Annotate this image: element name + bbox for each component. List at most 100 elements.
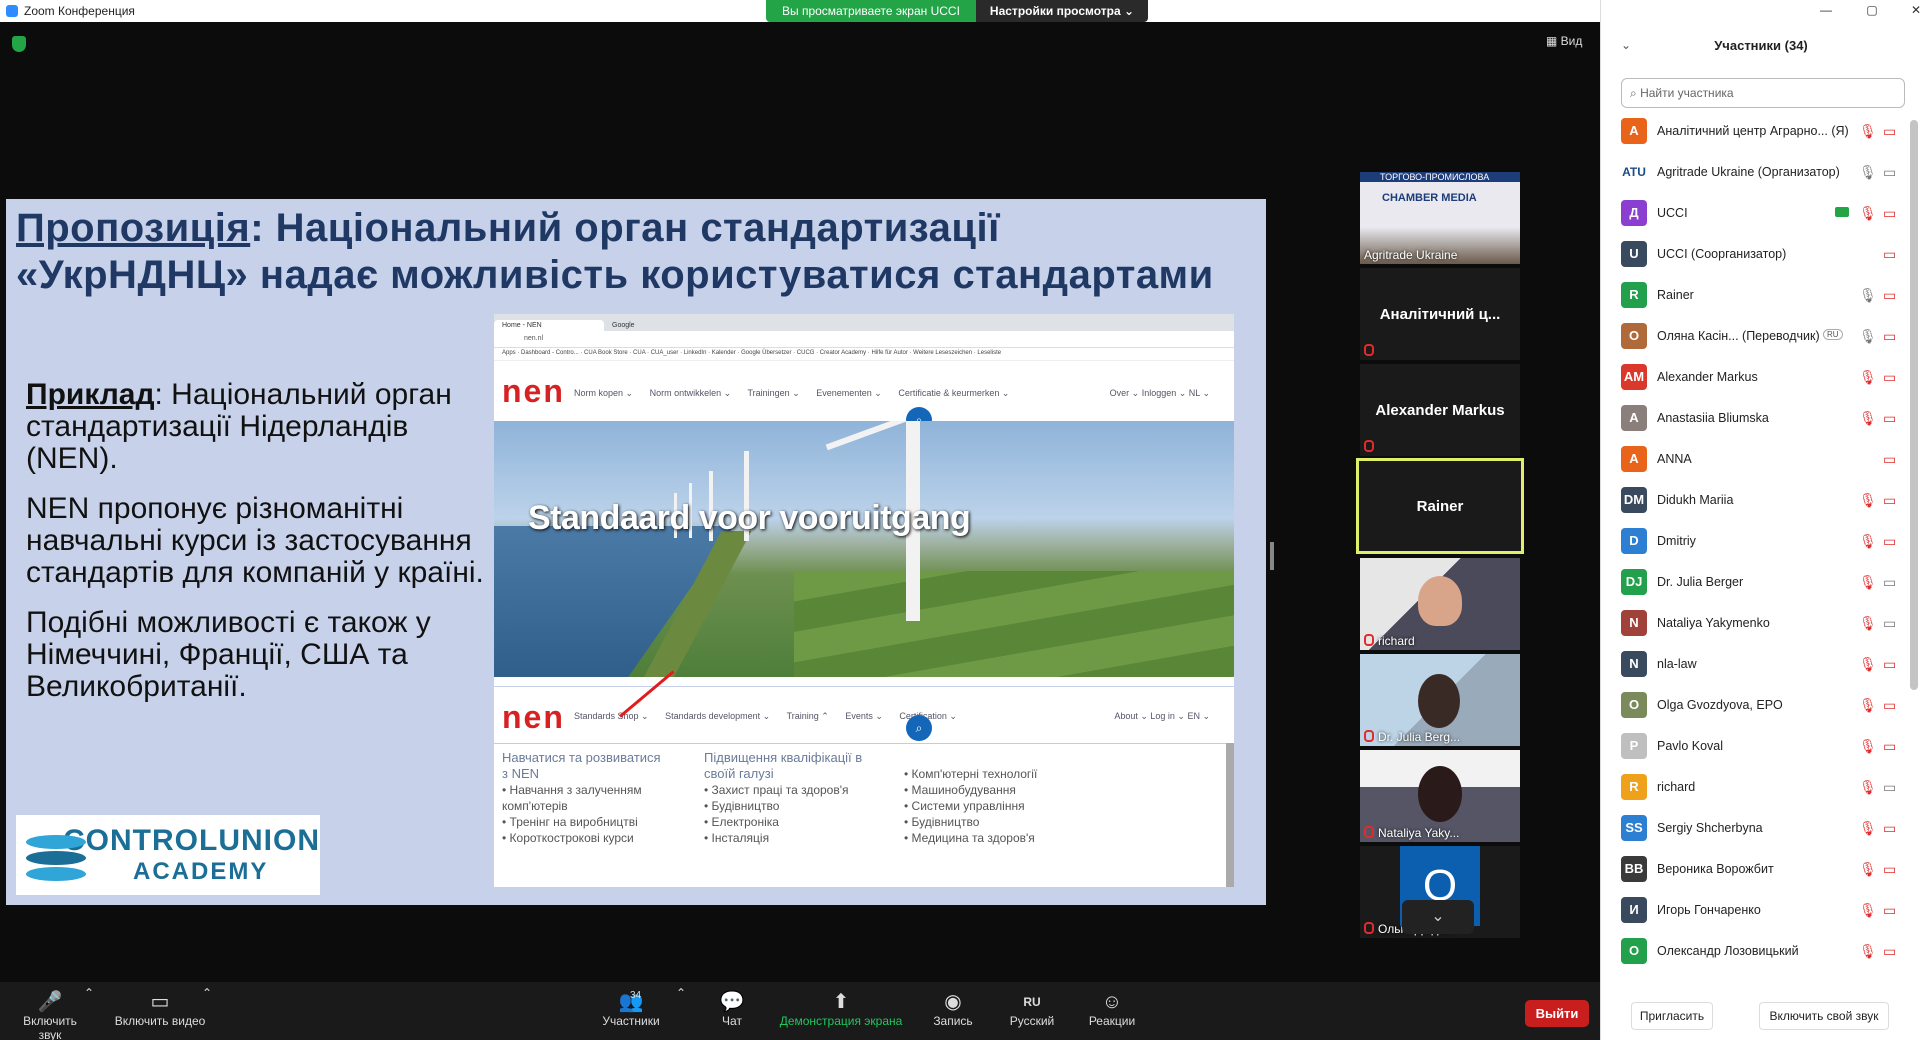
- participants-chevron-icon[interactable]: ⌃: [676, 986, 686, 1000]
- gallery-tile[interactable]: ТОРГОВО-ПРОМИСЛОВА CHAMBER MEDIA Agritra…: [1360, 172, 1520, 264]
- participant-row[interactable]: ATU Agritrade Ukraine (Организатор) 🎙 ▭: [1601, 152, 1909, 193]
- share-screen-button[interactable]: ⬆ Демонстрация экрана: [776, 990, 906, 1028]
- video-off-icon[interactable]: ▭: [1883, 656, 1896, 673]
- muted-mic-icon[interactable]: 🎙: [1859, 410, 1877, 427]
- video-off-icon[interactable]: ▭: [1883, 123, 1896, 140]
- participants-button[interactable]: 👥 34 Участники: [596, 990, 666, 1028]
- split-resize-handle[interactable]: [1270, 542, 1274, 570]
- mic-icon[interactable]: 🎙: [1859, 287, 1877, 304]
- participant-row[interactable]: О Оляна Касін... (Переводчик) RU 🎙 ▭: [1601, 316, 1909, 357]
- video-off-icon[interactable]: ▭: [1883, 861, 1896, 878]
- gallery-tile[interactable]: Nataliya Yaky...: [1360, 750, 1520, 842]
- mic-icon[interactable]: 🎙: [1859, 164, 1877, 181]
- video-off-icon[interactable]: ▭: [1883, 533, 1896, 550]
- view-settings-button[interactable]: Настройки просмотра ⌄: [975, 0, 1149, 22]
- muted-mic-icon[interactable]: 🎙: [1859, 492, 1877, 509]
- video-off-icon[interactable]: ▭: [1883, 943, 1896, 960]
- chat-button[interactable]: 💬 Чат: [712, 990, 752, 1028]
- language-label: Русский: [1009, 1014, 1055, 1028]
- gallery-tile[interactable]: Alexander Markus: [1360, 364, 1520, 456]
- muted-mic-icon[interactable]: 🎙: [1859, 861, 1877, 878]
- video-off-icon[interactable]: ▭: [1883, 820, 1896, 837]
- video-options-chevron-icon[interactable]: ⌃: [202, 986, 212, 1000]
- leave-button[interactable]: Выйти: [1525, 1000, 1589, 1027]
- participant-row[interactable]: И Игорь Гончаренко 🎙 ▭: [1601, 890, 1909, 931]
- participant-row[interactable]: A Anastasiia Bliumska 🎙 ▭: [1601, 398, 1909, 439]
- minimize-icon[interactable]: —: [1803, 0, 1849, 22]
- participant-row[interactable]: Rrichard 🎙 ▭: [1601, 767, 1909, 808]
- maximize-icon[interactable]: ▢: [1849, 0, 1895, 22]
- muted-mic-icon[interactable]: 🎙: [1859, 697, 1877, 714]
- video-off-icon[interactable]: ▭: [1883, 738, 1896, 755]
- participant-row[interactable]: О Олександр Лозовицький 🎙 ▭: [1601, 931, 1909, 972]
- video-icon[interactable]: ▭: [1883, 779, 1896, 796]
- video-off-icon[interactable]: ▭: [1883, 287, 1896, 304]
- video-icon[interactable]: ▭: [1883, 615, 1896, 632]
- muted-mic-icon[interactable]: 🎙: [1859, 615, 1877, 632]
- participant-row[interactable]: P Pavlo Koval 🎙 ▭: [1601, 726, 1909, 767]
- video-off-icon[interactable]: ▭: [1883, 369, 1896, 386]
- participant-row[interactable]: N Nataliya Yakymenko 🎙 ▭: [1601, 603, 1909, 644]
- start-video-button[interactable]: ▭ Включить видео: [112, 990, 208, 1028]
- participant-row[interactable]: DJ Dr. Julia Berger 🎙 ▭: [1601, 562, 1909, 603]
- participant-row[interactable]: D Dmitriy 🎙 ▭: [1601, 521, 1909, 562]
- muted-mic-icon[interactable]: 🎙: [1859, 779, 1877, 796]
- security-shield-icon[interactable]: [12, 36, 26, 52]
- unmute-button[interactable]: 🎤 Включить звук: [10, 990, 90, 1040]
- muted-mic-icon[interactable]: 🎙: [1859, 369, 1877, 386]
- participant-row[interactable]: Nnla-law 🎙 ▭: [1601, 644, 1909, 685]
- participant-row[interactable]: А Аналітичний центр Аграрно... (Я) 🎙 ▭: [1601, 111, 1909, 152]
- muted-mic-icon[interactable]: 🎙: [1859, 943, 1877, 960]
- turbine-blade-icon: [825, 421, 913, 451]
- record-button[interactable]: ◉ Запись: [928, 990, 978, 1028]
- muted-mic-icon[interactable]: 🎙: [1859, 123, 1877, 140]
- participant-row[interactable]: A ANNA ▭: [1601, 439, 1909, 480]
- close-icon[interactable]: ✕: [1893, 0, 1920, 22]
- invite-button[interactable]: Пригласить: [1631, 1002, 1713, 1030]
- video-off-icon[interactable]: ▭: [1883, 492, 1896, 509]
- video-off-icon[interactable]: ▭: [1883, 451, 1896, 468]
- chat-label: Чат: [722, 1014, 742, 1028]
- participant-row[interactable]: AM Alexander Markus 🎙 ▭: [1601, 357, 1909, 398]
- video-off-icon[interactable]: ▭: [1883, 902, 1896, 919]
- gallery-tile[interactable]: Аналітичний ц...: [1360, 268, 1520, 360]
- participant-row[interactable]: U UCCI (Соорганизатор) ▭: [1601, 234, 1909, 275]
- muted-mic-icon[interactable]: 🎙: [1859, 902, 1877, 919]
- participant-name: nla-law: [1657, 657, 1697, 671]
- unmute-me-button[interactable]: Включить свой звук: [1759, 1002, 1889, 1030]
- participant-row[interactable]: R Rainer 🎙 ▭: [1601, 275, 1909, 316]
- participant-list-scrollbar[interactable]: [1910, 120, 1918, 690]
- gallery-tile-active[interactable]: Rainer: [1356, 458, 1524, 554]
- video-icon[interactable]: ▭: [1883, 164, 1896, 181]
- muted-mic-icon[interactable]: 🎙: [1859, 738, 1877, 755]
- audio-options-chevron-icon[interactable]: ⌃: [84, 986, 94, 1000]
- viewing-screen-label: Вы просматриваете экран UCCI: [766, 0, 976, 22]
- muted-mic-icon[interactable]: 🎙: [1859, 205, 1877, 222]
- mic-icon[interactable]: 🎙: [1859, 328, 1877, 345]
- video-off-icon[interactable]: ▭: [1883, 697, 1896, 714]
- gallery-tile[interactable]: richard: [1360, 558, 1520, 650]
- participant-row[interactable]: ВВ Вероника Ворожбит 🎙 ▭: [1601, 849, 1909, 890]
- muted-mic-icon[interactable]: 🎙: [1859, 656, 1877, 673]
- participant-search-input[interactable]: ⌕ Найти участника: [1621, 78, 1905, 108]
- participant-row[interactable]: O Olga Gvozdyova, EPO 🎙 ▭: [1601, 685, 1909, 726]
- participant-row[interactable]: SS Sergiy Shcherbyna 🎙 ▭: [1601, 808, 1909, 849]
- participant-row[interactable]: Д UCCI 🎙 ▭: [1601, 193, 1909, 234]
- participant-row[interactable]: DM Didukh Mariia 🎙 ▭: [1601, 480, 1909, 521]
- gallery-next-chevron-icon[interactable]: ⌄: [1402, 900, 1474, 934]
- video-off-icon[interactable]: ▭: [1883, 205, 1896, 222]
- language-button[interactable]: RU Русский: [1004, 990, 1060, 1028]
- reactions-button[interactable]: ☺ Реакции: [1084, 990, 1140, 1028]
- view-button[interactable]: ▦ Вид: [1546, 34, 1582, 48]
- dropdown-item: • Захист праці та здоров'я: [704, 783, 849, 797]
- video-icon[interactable]: ▭: [1883, 574, 1896, 591]
- participant-list: А Аналітичний центр Аграрно... (Я) 🎙 ▭ ATU Ag…: [1601, 111, 1909, 981]
- video-off-icon[interactable]: ▭: [1883, 410, 1896, 427]
- gallery-tile[interactable]: Dr. Julia Berg...: [1360, 654, 1520, 746]
- muted-mic-icon[interactable]: 🎙: [1859, 533, 1877, 550]
- video-off-icon[interactable]: ▭: [1883, 246, 1896, 263]
- video-off-icon[interactable]: ▭: [1883, 328, 1896, 345]
- dropdown-item: • Навчання з залученням комп'ютерів: [502, 783, 642, 813]
- muted-mic-icon[interactable]: 🎙: [1859, 820, 1877, 837]
- muted-mic-icon[interactable]: 🎙: [1859, 574, 1877, 591]
